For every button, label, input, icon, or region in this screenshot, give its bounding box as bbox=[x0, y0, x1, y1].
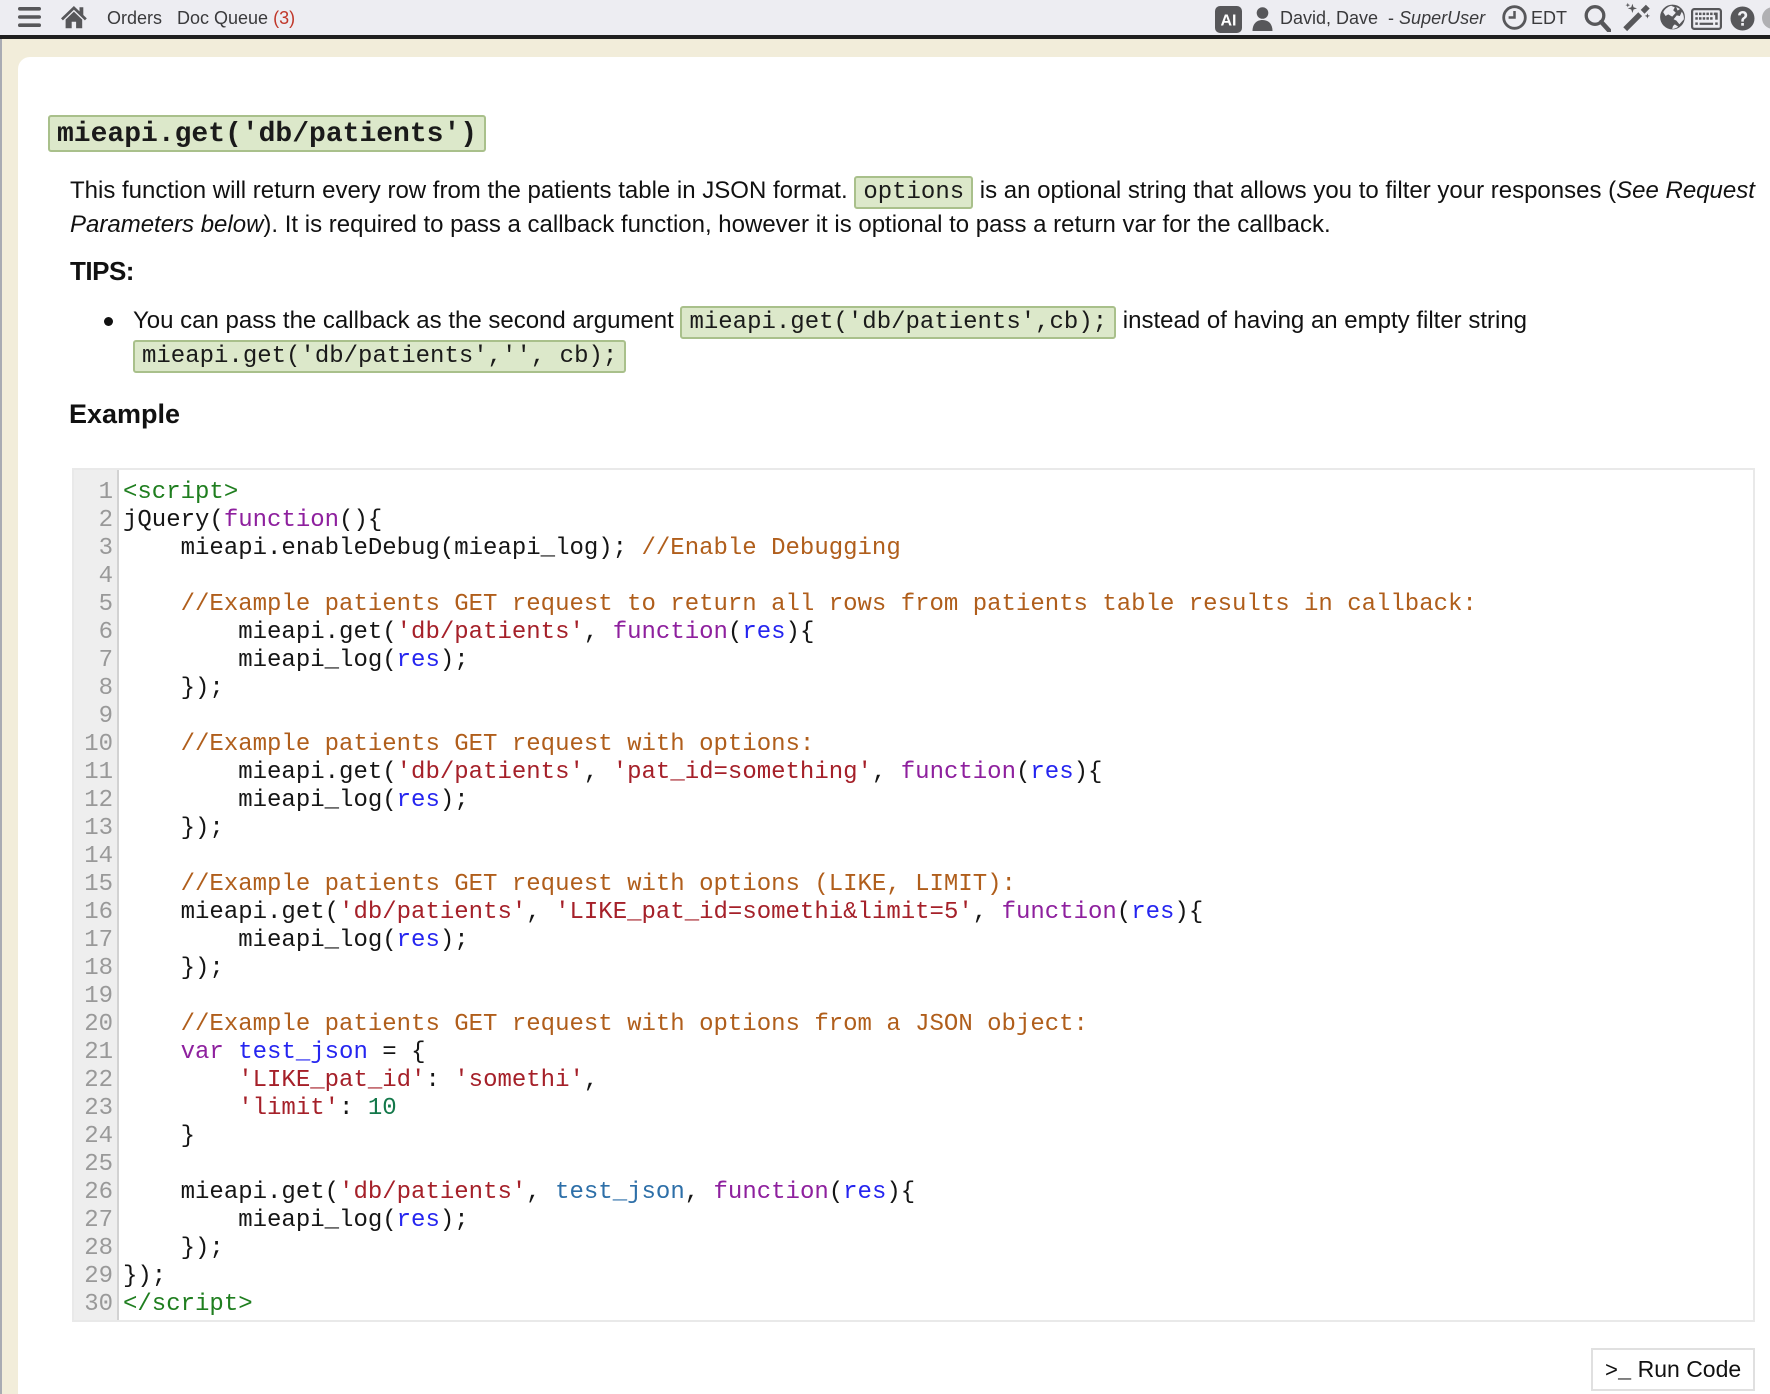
svg-text:AI: AI bbox=[1221, 13, 1237, 30]
